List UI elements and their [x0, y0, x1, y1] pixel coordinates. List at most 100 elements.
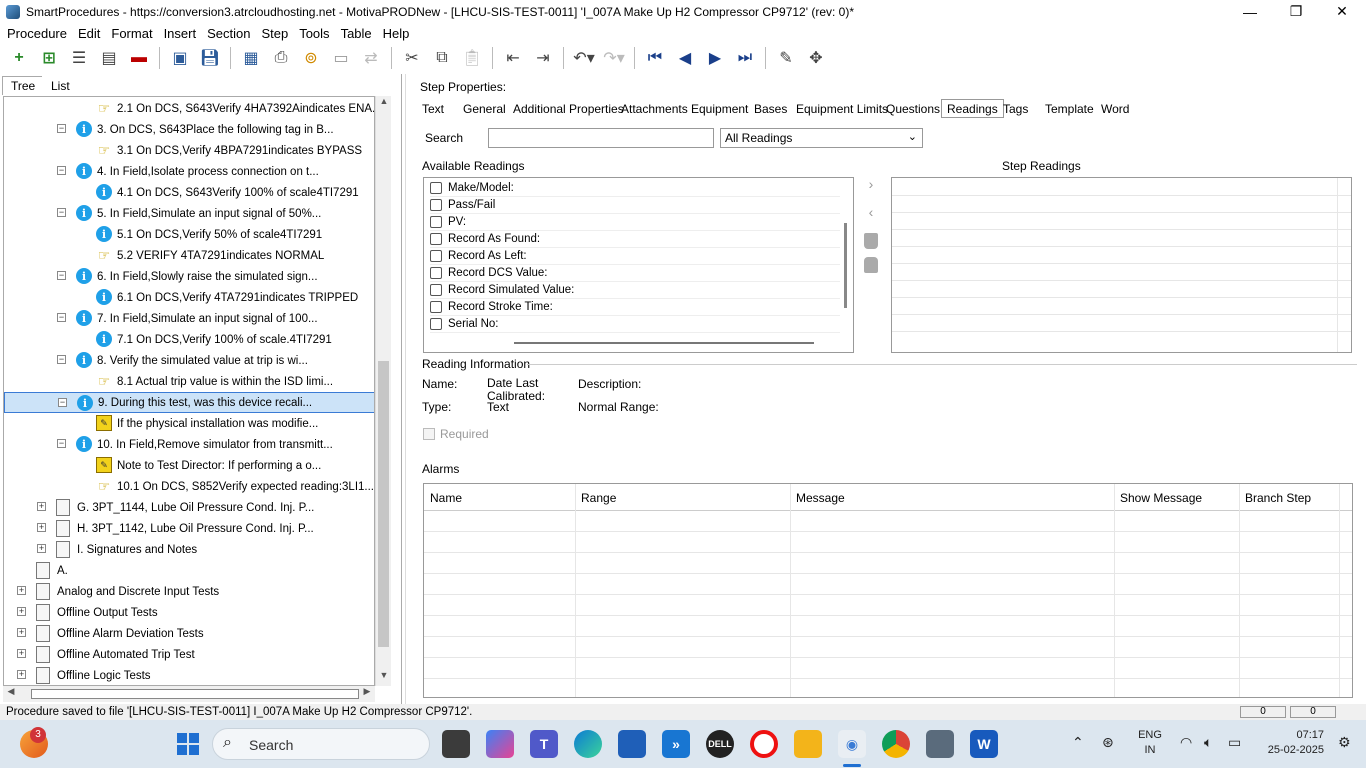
indent-icon[interactable]: ⇥: [531, 46, 555, 70]
tree-row[interactable]: ☞ 5.2 VERIFY 4TA7291indicates NORMAL: [4, 245, 374, 266]
redo-icon[interactable]: ↷▾: [602, 46, 626, 70]
tree-row[interactable]: − i 5. In Field,Simulate an input signal o…: [4, 203, 374, 224]
task-view-icon[interactable]: [442, 730, 470, 758]
reading-checkbox[interactable]: [430, 284, 442, 296]
tree-hscroll-thumb[interactable]: [31, 689, 359, 699]
menu-format[interactable]: Format: [111, 26, 152, 41]
reading-checkbox[interactable]: [430, 250, 442, 262]
minimize-button[interactable]: —: [1227, 0, 1273, 23]
tree-row[interactable]: + H. 3PT_1142, Lube Oil Pressure Cond. In…: [4, 518, 374, 539]
volume-icon[interactable]: 🔈︎: [1204, 734, 1212, 751]
scroll-right-icon[interactable]: ▶: [359, 686, 375, 702]
collapse-icon[interactable]: −: [57, 355, 66, 364]
tab-text[interactable]: Text: [417, 100, 449, 119]
reading-checkbox[interactable]: [430, 216, 442, 228]
readings-scroll-thumb[interactable]: [844, 223, 847, 308]
tree-row[interactable]: i 6.1 On DCS,Verify 4TA7291indicates TRIP…: [4, 287, 374, 308]
collapse-icon[interactable]: −: [57, 208, 66, 217]
alarm-col-branch-step[interactable]: Branch Step: [1245, 491, 1311, 505]
expand-icon[interactable]: +: [17, 670, 26, 679]
tree-row[interactable]: ☞ 10.1 On DCS, S852Verify expected readin…: [4, 476, 374, 497]
first-icon[interactable]: ⏮: [643, 46, 667, 70]
reading-item[interactable]: Pass/Fail: [430, 197, 840, 214]
tree-row[interactable]: + Offline Logic Tests: [4, 665, 374, 685]
reading-item[interactable]: Record Stroke Time:: [430, 299, 840, 316]
move-icon[interactable]: ✥: [804, 46, 828, 70]
tree-row[interactable]: A.: [4, 560, 374, 581]
spell-check-icon[interactable]: ✎: [774, 46, 798, 70]
tree-row[interactable]: − i 6. In Field,Slowly raise the simulated…: [4, 266, 374, 287]
tree-row[interactable]: − i 8. Verify the simulated value at trip …: [4, 350, 374, 371]
reading-checkbox[interactable]: [430, 233, 442, 245]
collapse-icon[interactable]: −: [57, 166, 66, 175]
expand-icon[interactable]: +: [17, 649, 26, 658]
cut-icon[interactable]: ✂: [400, 46, 424, 70]
dell-icon[interactable]: DELL: [706, 730, 734, 758]
taskbar-search-box[interactable]: ⌕ Search: [212, 728, 430, 760]
reading-item[interactable]: Serial No:: [430, 316, 840, 333]
tree-scroll-thumb[interactable]: [378, 361, 389, 647]
file-explorer-icon[interactable]: [794, 730, 822, 758]
reading-item[interactable]: PV:: [430, 214, 840, 231]
tree-row[interactable]: + Offline Output Tests: [4, 602, 374, 623]
alarm-col-range[interactable]: Range: [581, 491, 616, 505]
chevron-up-icon[interactable]: ⌃: [1072, 734, 1084, 751]
tree-row[interactable]: ✎ If the physical installation was modifi…: [4, 413, 374, 434]
add-icon[interactable]: +: [7, 46, 31, 70]
tab-tree[interactable]: Tree: [2, 76, 45, 95]
tree-row[interactable]: i 4.1 On DCS, S643Verify 100% of scale4TI…: [4, 182, 374, 203]
smartprocedures-icon[interactable]: ◉: [838, 730, 866, 758]
battery-icon[interactable]: ▭: [1228, 734, 1241, 751]
scroll-down-icon[interactable]: ▼: [376, 670, 392, 686]
reading-item[interactable]: Record As Found:: [430, 231, 840, 248]
tree-row[interactable]: + I. Signatures and Notes: [4, 539, 374, 560]
readings-filter-select[interactable]: All Readings ⌄: [720, 128, 923, 148]
menu-section[interactable]: Section: [207, 26, 250, 41]
tree-row[interactable]: ☞ 3.1 On DCS,Verify 4BPA7291indicates BYP…: [4, 140, 374, 161]
tree-row[interactable]: + Analog and Discrete Input Tests: [4, 581, 374, 602]
paste-icon[interactable]: 📋︎: [460, 46, 484, 70]
move-down-icon[interactable]: [864, 257, 878, 273]
tree-row[interactable]: i 5.1 On DCS,Verify 50% of scale4TI7291: [4, 224, 374, 245]
tab-template[interactable]: Template: [1040, 100, 1099, 119]
tab-readings[interactable]: Readings: [941, 99, 1004, 118]
list-edit-icon[interactable]: ▤: [97, 46, 121, 70]
form-icon[interactable]: ▭: [329, 46, 353, 70]
reading-checkbox[interactable]: [430, 199, 442, 211]
tree-row[interactable]: i 7.1 On DCS,Verify 100% of scale.4TI7291: [4, 329, 374, 350]
menu-table[interactable]: Table: [341, 26, 372, 41]
available-readings-list[interactable]: Make/Model: Pass/Fail PV: Record As Found: R…: [423, 177, 854, 353]
expand-icon[interactable]: +: [37, 502, 46, 511]
tab-attachments[interactable]: Attachments: [616, 100, 693, 119]
undo-icon[interactable]: ↶▾: [572, 46, 596, 70]
collapse-icon[interactable]: −: [58, 398, 67, 407]
disabled-icon[interactable]: ⇄: [359, 46, 383, 70]
tab-general[interactable]: General: [458, 100, 511, 119]
menu-edit[interactable]: Edit: [78, 26, 100, 41]
list-icon[interactable]: ☰: [67, 46, 91, 70]
reading-checkbox[interactable]: [430, 267, 442, 279]
previous-icon[interactable]: ◀: [673, 46, 697, 70]
export-icon[interactable]: ▦: [239, 46, 263, 70]
tree-row[interactable]: − i 7. In Field,Simulate an input signal o…: [4, 308, 374, 329]
language-line1[interactable]: ENG: [1138, 729, 1162, 741]
copilot-icon[interactable]: [486, 730, 514, 758]
tab-list[interactable]: List: [42, 76, 79, 95]
opera-icon[interactable]: [750, 730, 778, 758]
word-icon[interactable]: W: [970, 730, 998, 758]
tab-equipment[interactable]: Equipment: [686, 100, 753, 119]
expand-icon[interactable]: +: [17, 586, 26, 595]
store-icon[interactable]: [618, 730, 646, 758]
menu-procedure[interactable]: Procedure: [7, 26, 67, 41]
clock-date[interactable]: 25-02-2025: [1256, 744, 1324, 756]
remote-desktop-icon[interactable]: [926, 730, 954, 758]
required-checkbox[interactable]: [423, 428, 435, 440]
start-icon[interactable]: [174, 730, 202, 758]
next-icon[interactable]: ▶: [703, 46, 727, 70]
tab-tags[interactable]: Tags: [998, 100, 1033, 119]
procedure-tree[interactable]: ☞ 2.1 On DCS, S643Verify 4HA7392Aindicate…: [3, 96, 375, 686]
menu-step[interactable]: Step: [261, 26, 288, 41]
tree-row[interactable]: + Offline Automated Trip Test: [4, 644, 374, 665]
alarm-col-show-message[interactable]: Show Message: [1120, 491, 1202, 505]
maximize-button[interactable]: ❐: [1273, 0, 1319, 23]
